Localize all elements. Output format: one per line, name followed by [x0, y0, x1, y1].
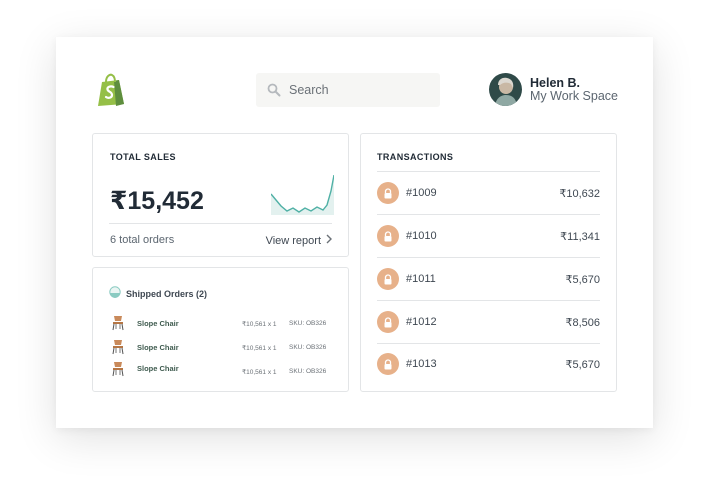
transaction-amount: ₹8,506 [565, 317, 600, 329]
transaction-amount: ₹11,341 [560, 231, 600, 243]
transaction-row[interactable]: #1012 ₹8,506 [377, 301, 600, 344]
product-sku: SKU: OB326 [289, 320, 327, 327]
chevron-right-icon [326, 234, 332, 247]
transaction-id: #1011 [406, 273, 436, 285]
shopify-logo-icon[interactable] [96, 73, 126, 107]
view-report-link[interactable]: View report [266, 234, 332, 247]
search-icon [267, 83, 281, 97]
product-sku: SKU: OB326 [289, 344, 327, 351]
shipped-orders-title: Shipped Orders (2) [126, 289, 208, 299]
chair-icon [111, 361, 125, 377]
product-name: Slope Chair [137, 364, 179, 373]
total-sales-card: TOTAL SALES ₹15,452 6 total orders View … [92, 133, 349, 257]
sales-sparkline [271, 175, 334, 215]
total-sales-amount: ₹15,452 [110, 187, 204, 215]
product-name: Slope Chair [137, 319, 179, 328]
product-name: Slope Chair [137, 343, 179, 352]
lock-icon [377, 268, 399, 290]
list-item[interactable]: Slope Chair ₹10,561 x 1 SKU: OB326 [111, 361, 335, 379]
transactions-card: TRANSACTIONS #1009 ₹10,632 #1010 ₹11,341… [360, 133, 617, 392]
transaction-row[interactable]: #1011 ₹5,670 [377, 258, 600, 301]
list-item[interactable]: Slope Chair ₹10,561 x 1 SKU: OB326 [111, 315, 335, 333]
dashboard-window: Search Helen B. My Work Space TOTAL SALE… [56, 37, 653, 428]
product-sku: SKU: OB326 [289, 368, 327, 375]
search-input[interactable]: Search [256, 73, 440, 107]
chair-icon [111, 315, 125, 331]
shipped-orders-header[interactable]: Shipped Orders (2) [109, 285, 207, 303]
total-sales-title: TOTAL SALES [110, 152, 176, 162]
workspace-name: My Work Space [530, 89, 618, 103]
product-price: ₹10,561 x 1 [242, 321, 277, 328]
user-name: Helen B. [530, 76, 581, 90]
transaction-id: #1009 [406, 187, 437, 199]
divider [109, 223, 332, 224]
transaction-amount: ₹5,670 [565, 359, 600, 371]
lock-icon [377, 311, 399, 333]
shipped-status-icon [109, 285, 121, 303]
transaction-row[interactable]: #1009 ₹10,632 [377, 172, 600, 215]
product-price: ₹10,561 x 1 [242, 345, 277, 352]
transaction-row[interactable]: #1013 ₹5,670 [377, 343, 600, 386]
transaction-id: #1010 [406, 230, 437, 242]
search-placeholder: Search [289, 83, 329, 97]
product-price: ₹10,561 x 1 [242, 369, 277, 376]
shipped-orders-card: Shipped Orders (2) Slope Chair ₹10,561 x… [92, 267, 349, 392]
list-item[interactable]: Slope Chair ₹10,561 x 1 SKU: OB326 [111, 339, 335, 357]
transaction-row[interactable]: #1010 ₹11,341 [377, 215, 600, 258]
lock-icon [377, 182, 399, 204]
transaction-id: #1012 [406, 316, 437, 328]
avatar [489, 73, 522, 106]
chair-icon [111, 339, 125, 355]
transactions-title: TRANSACTIONS [377, 152, 454, 162]
transaction-id: #1013 [406, 358, 437, 370]
view-report-label: View report [265, 234, 321, 247]
total-orders: 6 total orders [110, 234, 175, 246]
transaction-amount: ₹5,670 [565, 274, 600, 286]
transaction-amount: ₹10,632 [559, 188, 600, 200]
lock-icon [377, 353, 399, 375]
lock-icon [377, 225, 399, 247]
